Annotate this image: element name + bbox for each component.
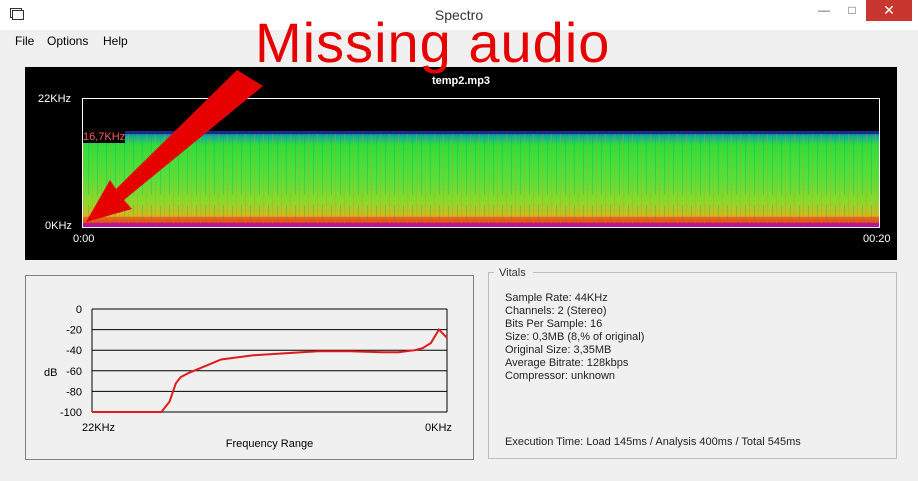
y-bottom-label: 0KHz xyxy=(45,220,72,232)
vitals-title: Vitals xyxy=(497,267,528,279)
vitals-compressor: Compressor: unknown xyxy=(505,370,616,382)
vitals-bits-per-sample: Bits Per Sample: 16 xyxy=(505,318,603,330)
y-tick-label: -100 xyxy=(60,407,82,419)
frequency-graph-box: 0 -20 -40 -60 -80 -100 dB 22KHz 0KHz Frequency Ra… xyxy=(25,275,474,460)
x-left-label: 22KHz xyxy=(82,422,115,434)
y-tick-label: -20 xyxy=(66,325,82,337)
vitals-original-size: Original Size: 3,35MB xyxy=(505,344,612,356)
close-button[interactable]: ✕ xyxy=(866,0,912,21)
spectrogram-panel: temp2.mp3 22KHz 0KHz 0:00 00:20 16,7KHz xyxy=(25,67,897,260)
x-start-label: 0:00 xyxy=(73,233,95,245)
y-axis-title: dB xyxy=(44,367,57,379)
y-tick-label: -80 xyxy=(66,386,82,398)
y-tick-label: 0 xyxy=(76,304,82,316)
x-end-label: 00:20 xyxy=(863,233,891,245)
vitals-group: Vitals Sample Rate: 44KHz Channels: 2 (S… xyxy=(488,267,897,459)
vitals-average-bitrate: Average Bitrate: 128kbps xyxy=(505,357,629,369)
frequency-graph: 0 -20 -40 -60 -80 -100 dB 22KHz 0KHz Frequency Ra… xyxy=(44,304,452,450)
vitals-size: Size: 0,3MB (8,% of original) xyxy=(505,331,645,343)
maximize-button[interactable]: □ xyxy=(838,0,866,21)
file-name: temp2.mp3 xyxy=(431,75,491,87)
cutoff-label: 16,7KHz xyxy=(83,131,126,143)
spectrogram-image xyxy=(83,131,879,227)
x-axis-title: Frequency Range xyxy=(226,438,313,450)
menu-options[interactable]: Options xyxy=(47,34,88,48)
y-tick-label: -40 xyxy=(66,345,82,357)
vitals-channels: Channels: 2 (Stereo) xyxy=(505,305,607,317)
spectrogram-plot: 16,7KHz xyxy=(82,98,880,228)
x-right-label: 0KHz xyxy=(425,422,452,434)
missing-audio-annotation: Missing audio xyxy=(255,11,611,74)
vitals-sample-rate: Sample Rate: 44KHz xyxy=(505,292,608,304)
menu-help[interactable]: Help xyxy=(103,34,128,48)
y-top-label: 22KHz xyxy=(38,93,72,105)
execution-time: Execution Time: Load 145ms / Analysis 40… xyxy=(505,436,801,448)
minimize-button[interactable]: — xyxy=(810,0,838,21)
y-tick-label: -60 xyxy=(66,366,82,378)
menu-file[interactable]: File xyxy=(15,34,34,48)
